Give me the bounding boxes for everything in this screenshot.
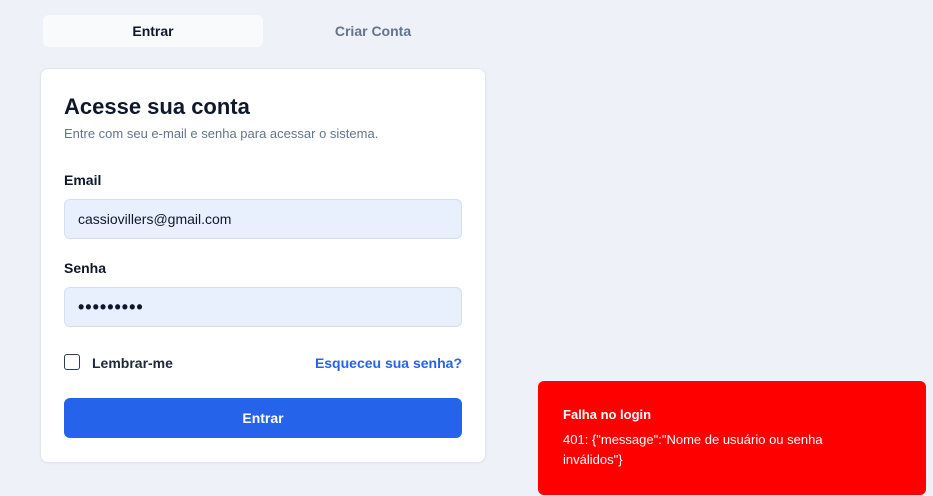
- card-subtitle: Entre com seu e-mail e senha para acessa…: [64, 126, 379, 141]
- login-button[interactable]: Entrar: [64, 398, 462, 438]
- password-label: Senha: [64, 260, 107, 276]
- password-field[interactable]: •••••••••: [64, 287, 462, 327]
- tab-create-account[interactable]: Criar Conta: [263, 15, 483, 47]
- auth-tabs: Entrar Criar Conta: [40, 12, 486, 50]
- forgot-password-link[interactable]: Esqueceu sua senha?: [315, 355, 462, 371]
- toast-message: 401: {"message":"Nome de usuário ou senh…: [563, 432, 823, 467]
- toast-title: Falha no login: [563, 407, 652, 422]
- email-label: Email: [64, 172, 102, 188]
- error-toast[interactable]: Falha no login 401: {"message":"Nome de …: [538, 381, 926, 495]
- tab-login[interactable]: Entrar: [43, 15, 263, 47]
- remember-checkbox[interactable]: [64, 354, 80, 370]
- email-field[interactable]: cassiovillers@gmail.com: [64, 199, 462, 239]
- login-card: Acesse sua conta Entre com seu e-mail e …: [40, 68, 486, 463]
- card-title: Acesse sua conta: [64, 94, 250, 119]
- remember-label[interactable]: Lembrar-me: [92, 355, 173, 371]
